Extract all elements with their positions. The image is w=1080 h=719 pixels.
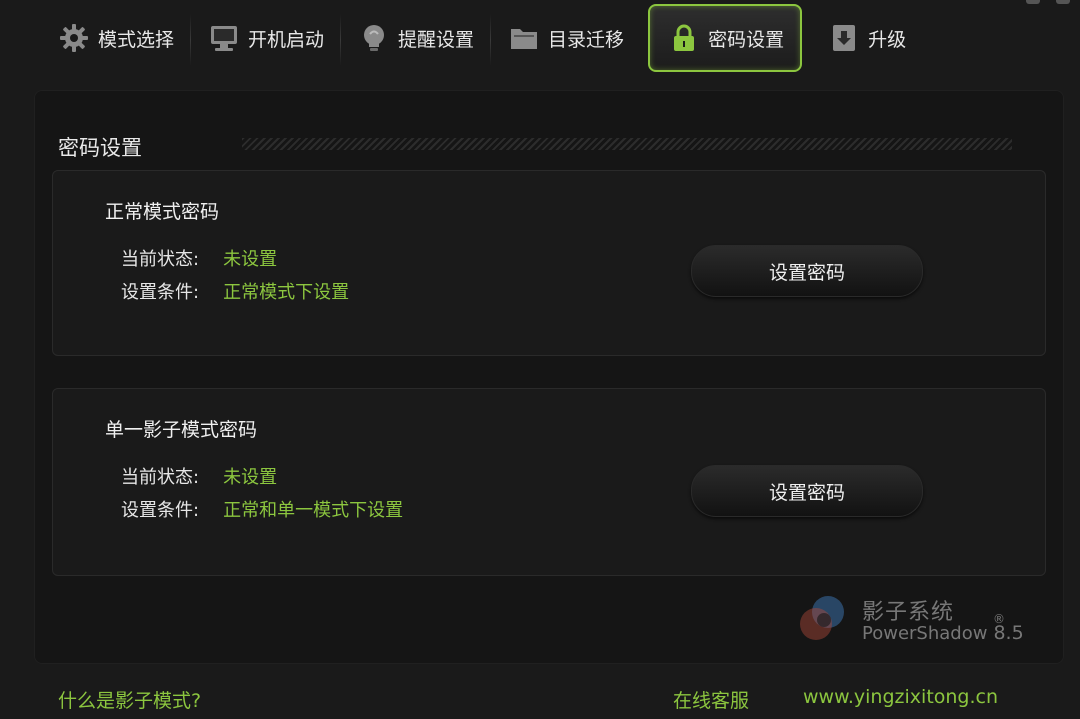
password-settings-panel: 密码设置 正常模式密码 当前状态: 未设置 设置条件: 正常模式下设置 设置密码… bbox=[34, 90, 1064, 664]
card-title: 正常模式密码 bbox=[105, 201, 220, 223]
website-link[interactable]: www.yingzixitong.cn bbox=[803, 686, 998, 708]
tab-label: 目录迁移 bbox=[548, 28, 625, 51]
tab-label: 升级 bbox=[868, 28, 907, 51]
online-support-link[interactable]: 在线客服 bbox=[673, 686, 749, 713]
section-title: 密码设置 bbox=[58, 136, 142, 160]
window-controls bbox=[1026, 0, 1070, 4]
close-button[interactable] bbox=[1056, 0, 1070, 4]
tab-label: 提醒设置 bbox=[398, 28, 475, 51]
tab-reminder[interactable]: 提醒设置 bbox=[340, 6, 490, 70]
tab-mode-select[interactable]: 模式选择 bbox=[40, 6, 190, 70]
folder-icon bbox=[511, 29, 538, 49]
condition-label: 设置条件: bbox=[121, 282, 200, 303]
download-icon bbox=[833, 25, 856, 51]
set-normal-password-button[interactable]: 设置密码 bbox=[691, 245, 923, 297]
status-value: 未设置 bbox=[223, 249, 278, 270]
minimize-button[interactable] bbox=[1026, 0, 1040, 4]
lightbulb-icon bbox=[364, 25, 385, 51]
tab-label: 模式选择 bbox=[98, 28, 175, 51]
status-label: 当前状态: bbox=[121, 467, 200, 488]
set-shadow-password-button[interactable]: 设置密码 bbox=[691, 465, 923, 517]
tab-password-settings[interactable]: 密码设置 bbox=[648, 4, 803, 72]
status-label: 当前状态: bbox=[121, 249, 200, 270]
condition-row: 设置条件: 正常模式下设置 bbox=[121, 278, 349, 304]
title-divider bbox=[242, 138, 1012, 150]
brand-version: 8.5 bbox=[993, 622, 1024, 644]
condition-value: 正常和单一模式下设置 bbox=[223, 500, 404, 521]
monitor-icon bbox=[211, 26, 238, 51]
shadow-logo-icon bbox=[800, 596, 844, 640]
lock-icon bbox=[674, 24, 695, 51]
status-value: 未设置 bbox=[223, 467, 278, 488]
status-row: 当前状态: 未设置 bbox=[121, 245, 277, 271]
condition-value: 正常模式下设置 bbox=[223, 282, 350, 303]
tab-bar: 模式选择 开机启动 提醒设置 目录迁移 密码设置 升级 bbox=[40, 4, 922, 76]
what-is-shadow-link[interactable]: 什么是影子模式? bbox=[58, 686, 201, 713]
gear-icon bbox=[60, 24, 88, 52]
shadow-mode-password-card: 单一影子模式密码 当前状态: 未设置 设置条件: 正常和单一模式下设置 设置密码 bbox=[52, 388, 1046, 576]
tab-dir-migrate[interactable]: 目录迁移 bbox=[490, 6, 640, 70]
brand-logo: 影子系统 ® PowerShadow 8.5 bbox=[794, 588, 1044, 648]
brand-name-en: PowerShadow 8.5 bbox=[862, 622, 1024, 644]
normal-mode-password-card: 正常模式密码 当前状态: 未设置 设置条件: 正常模式下设置 设置密码 bbox=[52, 170, 1046, 356]
condition-label: 设置条件: bbox=[121, 500, 200, 521]
tab-label: 开机启动 bbox=[248, 28, 325, 51]
condition-row: 设置条件: 正常和单一模式下设置 bbox=[121, 496, 403, 522]
tab-label: 密码设置 bbox=[708, 28, 785, 51]
tab-upgrade[interactable]: 升级 bbox=[810, 6, 922, 70]
card-title: 单一影子模式密码 bbox=[105, 419, 258, 441]
status-row: 当前状态: 未设置 bbox=[121, 463, 277, 489]
tab-startup[interactable]: 开机启动 bbox=[190, 6, 340, 70]
brand-name-en-text: PowerShadow bbox=[862, 623, 988, 644]
